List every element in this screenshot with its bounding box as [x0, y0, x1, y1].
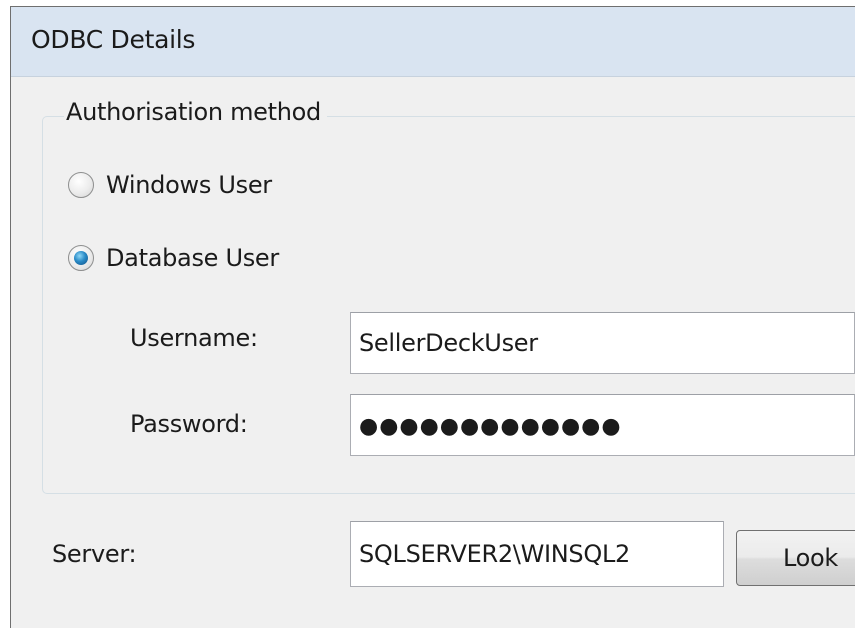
password-label: Password:: [130, 410, 248, 438]
lookup-button[interactable]: Look: [736, 530, 855, 586]
title-bar: ODBC Details: [11, 7, 855, 77]
group-legend: Authorisation method: [64, 98, 327, 126]
server-value: SQLSERVER2\WINSQL2: [359, 540, 630, 568]
dialog-title: ODBC Details: [31, 25, 196, 54]
database-user-radio[interactable]: Database User: [68, 244, 279, 272]
username-value: SellerDeckUser: [359, 329, 538, 357]
radio-checked-icon: [68, 245, 94, 271]
server-label: Server:: [52, 540, 137, 568]
username-label: Username:: [130, 324, 258, 352]
server-input[interactable]: SQLSERVER2\WINSQL2: [350, 521, 724, 587]
password-value: ●●●●●●●●●●●●●: [359, 413, 622, 439]
database-user-label: Database User: [106, 244, 279, 272]
lookup-button-label: Look: [783, 544, 839, 572]
windows-user-label: Windows User: [106, 171, 272, 199]
password-input[interactable]: ●●●●●●●●●●●●●: [350, 394, 855, 456]
username-input[interactable]: SellerDeckUser: [350, 312, 855, 374]
radio-unchecked-icon: [68, 172, 94, 198]
windows-user-radio[interactable]: Windows User: [68, 171, 272, 199]
